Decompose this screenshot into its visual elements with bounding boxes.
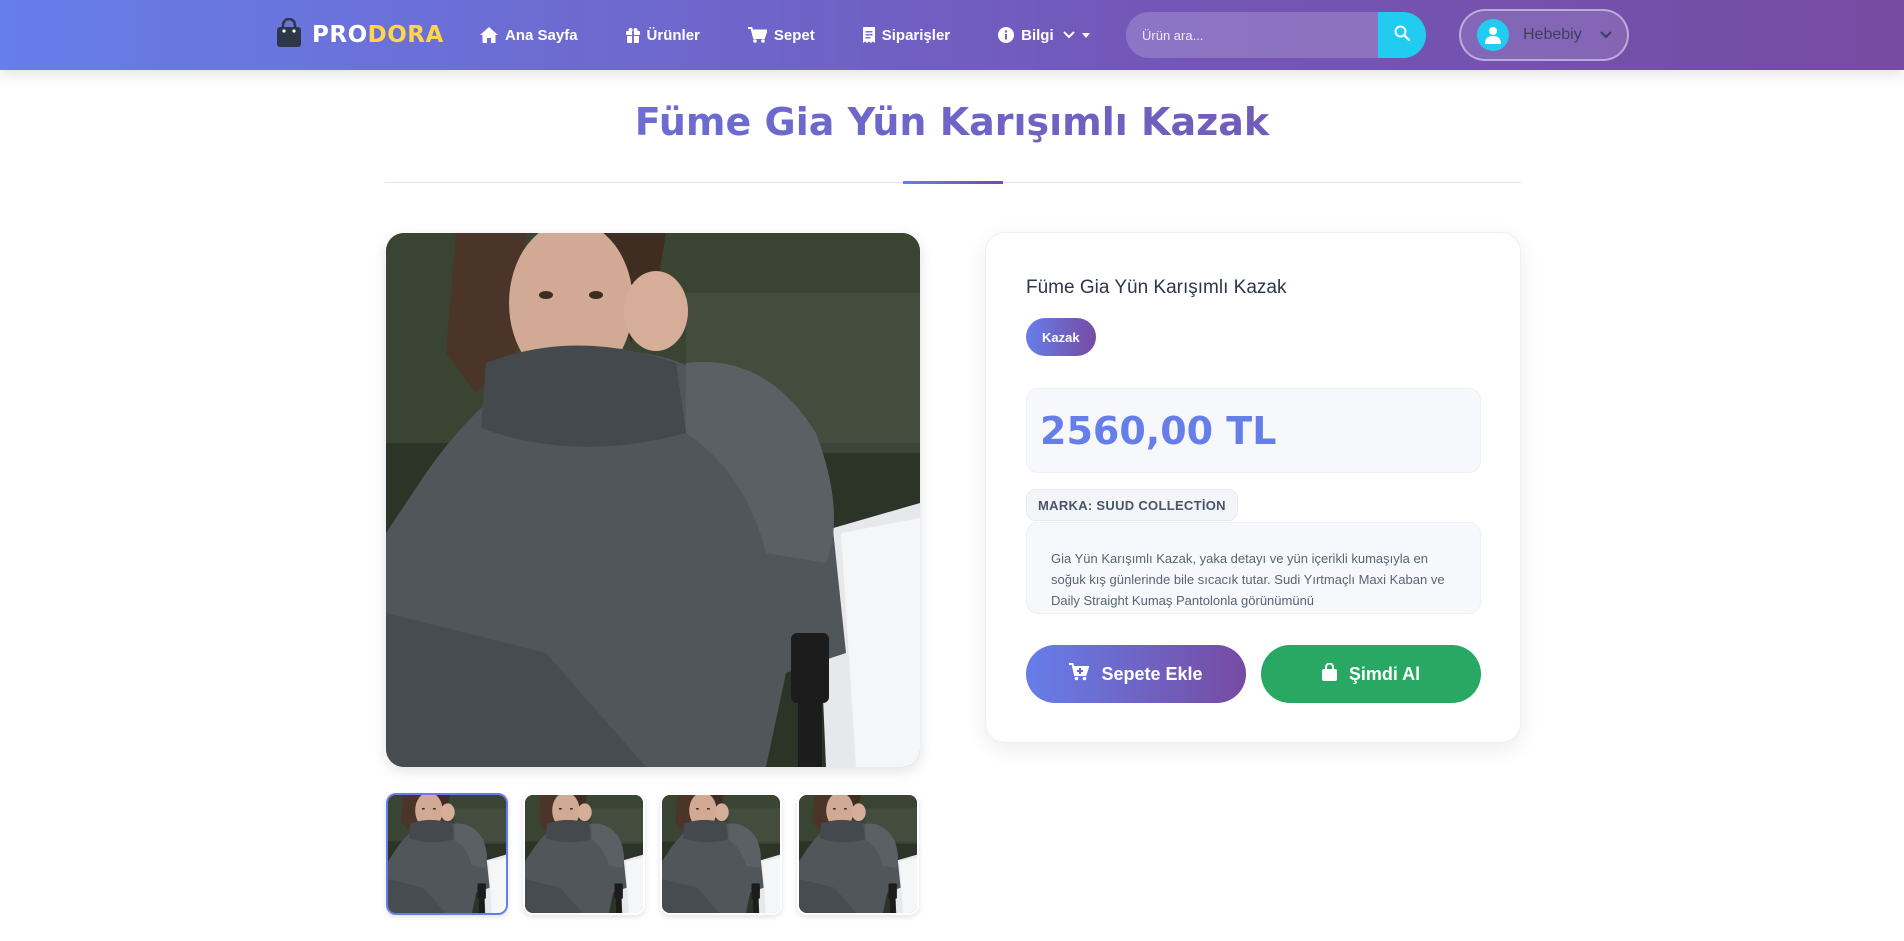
search-bar <box>1126 12 1426 58</box>
buy-now-button[interactable]: Şimdi Al <box>1261 645 1481 703</box>
chevron-down-icon <box>1062 31 1075 39</box>
caret-down-icon <box>1081 32 1090 38</box>
info-circle-icon <box>998 27 1015 43</box>
cart-icon <box>747 27 767 43</box>
nav-link-home-label: Ana Sayfa <box>505 26 578 44</box>
brand-logo[interactable]: PRODORA <box>276 17 444 53</box>
product-description[interactable]: Gia Yün Karışımlı Kazak, yaka detayı ve … <box>1026 522 1481 614</box>
shopping-bag-icon <box>1321 662 1337 686</box>
user-menu-dropdown[interactable]: Hebebiy <box>1459 9 1629 61</box>
product-thumbnail[interactable] <box>386 793 508 915</box>
search-input[interactable] <box>1126 12 1378 58</box>
cart-plus-icon <box>1069 662 1090 686</box>
nav-links: Ana Sayfa Ürünler Sepet Siparişler Bilgi <box>480 0 1138 70</box>
nav-link-cart[interactable]: Sepet <box>747 26 815 44</box>
product-description-text: Gia Yün Karışımlı Kazak, yaka detayı ve … <box>1051 551 1445 608</box>
chevron-down-icon <box>1599 26 1612 44</box>
receipt-icon <box>862 27 875 43</box>
brand-name-dora: DORA <box>367 22 444 48</box>
product-thumbnail[interactable] <box>523 793 645 915</box>
nav-link-products[interactable]: Ürünler <box>625 26 700 44</box>
brand-name-pro: PRO <box>312 22 368 48</box>
nav-link-orders[interactable]: Siparişler <box>862 26 951 44</box>
product-price: 2560,00 TL <box>1040 408 1277 453</box>
brand-label: MARKA: SUUD COLLECTİON <box>1026 489 1238 521</box>
add-to-cart-label: Sepete Ekle <box>1101 663 1203 684</box>
product-thumbnail[interactable] <box>660 793 782 915</box>
product-thumbnail[interactable] <box>797 793 919 915</box>
product-info-card: Füme Gia Yün Karışımlı Kazak Kazak 2560,… <box>985 232 1521 743</box>
nav-link-products-label: Ürünler <box>646 26 700 44</box>
top-navbar: PRODORA Ana Sayfa Ürünler Sepet Siparişl… <box>0 0 1904 70</box>
home-icon <box>480 27 498 43</box>
user-name: Hebebiy <box>1523 26 1582 43</box>
user-avatar-icon <box>1477 19 1509 51</box>
price-box: 2560,00 TL <box>1026 388 1481 473</box>
shopping-bag-icon <box>276 17 302 53</box>
search-button[interactable] <box>1378 12 1426 58</box>
nav-link-info-dropdown[interactable]: Bilgi <box>998 27 1090 44</box>
nav-link-cart-label: Sepet <box>773 26 815 44</box>
buy-now-label: Şimdi Al <box>1348 663 1421 684</box>
product-main-image[interactable] <box>386 233 920 767</box>
gift-box-icon <box>625 27 640 43</box>
page-title: Füme Gia Yün Karışımlı Kazak <box>0 100 1904 144</box>
nav-link-info-label: Bilgi <box>1021 26 1054 44</box>
brand-name: PRODORA <box>312 22 444 48</box>
nav-link-orders-label: Siparişler <box>881 26 951 44</box>
title-accent-bar <box>903 181 1003 184</box>
add-to-cart-button[interactable]: Sepete Ekle <box>1026 645 1246 703</box>
search-icon <box>1394 25 1411 46</box>
category-badge[interactable]: Kazak <box>1026 318 1096 356</box>
nav-link-home[interactable]: Ana Sayfa <box>480 27 578 44</box>
thumbnail-strip <box>386 793 920 915</box>
product-name: Füme Gia Yün Karışımlı Kazak <box>1026 277 1287 298</box>
